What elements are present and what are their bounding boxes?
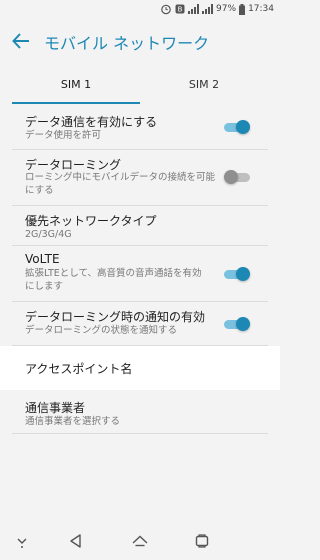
setting-title: 通信事業者 bbox=[25, 401, 86, 415]
status-bar: B 97% 17:34 bbox=[0, 0, 280, 18]
setting-subtitle: ローミング中にモバイルデータの接続を可能にする bbox=[25, 172, 216, 196]
setting-title: VoLTE bbox=[25, 252, 60, 266]
status-icons: B 97% 17:34 bbox=[160, 2, 274, 16]
setting-subtitle: データ使用を許可 bbox=[25, 130, 102, 141]
battery-icon bbox=[239, 3, 246, 15]
setting-access-point-names[interactable]: アクセスポイント名 bbox=[0, 346, 280, 390]
arrow-left-icon[interactable] bbox=[10, 30, 32, 52]
setting-title: データローミング時の通知の有効 bbox=[25, 310, 206, 324]
signal-icon bbox=[202, 4, 214, 14]
page-title: モバイル ネットワーク bbox=[44, 34, 210, 53]
volte-toggle[interactable] bbox=[224, 267, 250, 281]
setting-roaming-notification[interactable]: データローミング時の通知の有効 データローミングの状態を通知する bbox=[12, 302, 268, 346]
mobile-data-toggle[interactable] bbox=[224, 120, 250, 134]
battery-percent: 97% bbox=[216, 4, 237, 14]
alarm-icon bbox=[161, 4, 171, 15]
setting-preferred-network[interactable]: 優先ネットワークタイプ 2G/3G/4G bbox=[12, 206, 268, 246]
sim-tabs: SIM 1 SIM 2 bbox=[12, 68, 268, 104]
setting-mobile-data[interactable]: データ通信を有効にする データ使用を許可 bbox=[12, 106, 268, 150]
clock: 17:34 bbox=[248, 4, 274, 14]
home-icon[interactable] bbox=[131, 532, 149, 550]
setting-subtitle: 拡張LTEとして、高音質の音声通話を有効にします bbox=[25, 268, 202, 292]
setting-title: データ通信を有効にする bbox=[25, 115, 158, 129]
setting-data-roaming[interactable]: データローミング ローミング中にモバイルデータの接続を可能にする bbox=[12, 150, 268, 206]
setting-carrier[interactable]: 通信事業者 通信事業者を選択する bbox=[12, 390, 268, 434]
chevron-down-icon[interactable] bbox=[13, 532, 31, 550]
setting-subtitle: 2G/3G/4G bbox=[25, 229, 72, 240]
notification-badge-icon: B bbox=[175, 4, 185, 14]
roaming-notification-toggle[interactable] bbox=[224, 317, 250, 331]
setting-volte[interactable]: VoLTE 拡張LTEとして、高音質の音声通話を有効にします bbox=[12, 246, 268, 302]
app-bar: モバイル ネットワーク bbox=[0, 18, 280, 66]
setting-title: アクセスポイント名 bbox=[25, 362, 133, 376]
navigation-bar bbox=[0, 520, 280, 560]
back-triangle-icon[interactable] bbox=[67, 532, 85, 550]
setting-title: 優先ネットワークタイプ bbox=[25, 214, 157, 228]
data-roaming-toggle[interactable] bbox=[224, 170, 250, 184]
recents-icon[interactable] bbox=[193, 532, 211, 550]
setting-subtitle: データローミングの状態を通知する bbox=[25, 325, 178, 336]
tab-sim-2[interactable]: SIM 2 bbox=[140, 68, 268, 104]
tab-sim-1[interactable]: SIM 1 bbox=[12, 68, 140, 104]
setting-subtitle: 通信事業者を選択する bbox=[25, 416, 121, 427]
signal-icon bbox=[188, 4, 200, 14]
svg-text:B: B bbox=[178, 6, 183, 14]
